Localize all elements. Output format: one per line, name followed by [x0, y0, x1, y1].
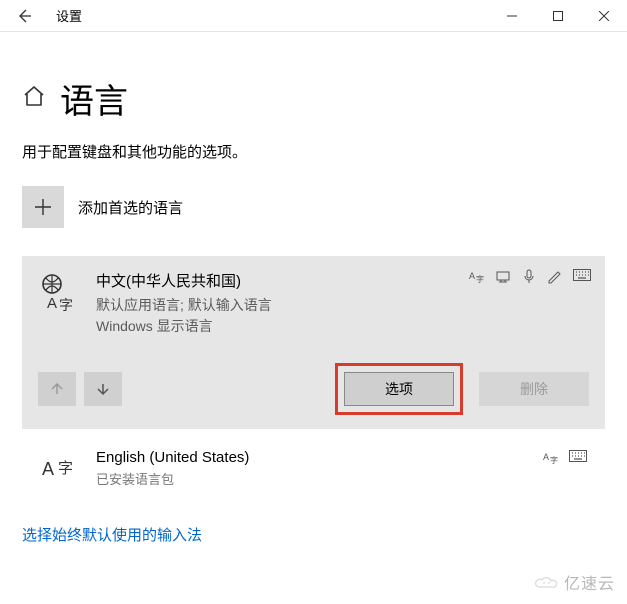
arrow-down-icon — [96, 382, 110, 396]
svg-text:字: 字 — [550, 455, 558, 465]
svg-text:字: 字 — [476, 274, 484, 284]
page-header: 语言 — [22, 74, 605, 123]
arrow-left-icon — [16, 8, 32, 24]
language-glyph-icon: A 字 — [38, 449, 80, 490]
plus-icon — [22, 186, 64, 228]
maximize-button[interactable] — [535, 0, 581, 32]
text-to-speech-icon: A字 — [469, 268, 485, 287]
language-glyph-icon: A 字 — [38, 270, 80, 337]
move-down-button[interactable] — [84, 372, 122, 406]
keyboard-icon — [573, 268, 591, 287]
close-button[interactable] — [581, 0, 627, 32]
region-icon — [495, 268, 511, 287]
svg-text:A: A — [47, 295, 57, 312]
arrow-up-icon — [50, 382, 64, 396]
options-highlight: 选项 — [335, 363, 463, 415]
minimize-button[interactable] — [489, 0, 535, 32]
svg-text:字: 字 — [59, 297, 73, 312]
language-name: English (United States) — [96, 449, 589, 466]
maximize-icon — [553, 11, 563, 21]
minimize-icon — [507, 11, 517, 21]
feature-icons-row: A字 — [469, 268, 591, 287]
language-actions: 选项 删除 — [38, 363, 589, 415]
titlebar: 设置 — [0, 0, 627, 32]
text-to-speech-icon: A字 — [543, 449, 559, 468]
svg-text:A: A — [469, 271, 475, 281]
window-title: 设置 — [48, 6, 489, 25]
svg-text:A: A — [42, 459, 54, 479]
language-detail-1: 默认应用语言; 默认输入语言 — [96, 295, 589, 316]
close-icon — [599, 11, 609, 21]
svg-text:字: 字 — [58, 460, 73, 477]
language-item-chinese[interactable]: A 字 中文(中华人民共和国) 默认应用语言; 默认输入语言 Windows 显… — [22, 256, 605, 429]
choose-default-ime-link[interactable]: 选择始终默认使用的输入法 — [22, 524, 627, 545]
move-up-button[interactable] — [38, 372, 76, 406]
svg-text:A: A — [543, 452, 549, 462]
delete-button: 删除 — [479, 372, 589, 406]
language-detail-1: 已安装语言包 — [96, 470, 589, 490]
feature-icons-row: A字 — [543, 449, 587, 468]
language-item-english[interactable]: A 字 English (United States) 已安装语言包 A字 — [22, 439, 605, 500]
back-button[interactable] — [0, 0, 48, 32]
speech-icon — [521, 268, 537, 287]
page-title: 语言 — [60, 74, 128, 123]
cloud-icon — [534, 573, 560, 591]
page-subtitle: 用于配置键盘和其他功能的选项。 — [22, 141, 605, 162]
home-icon[interactable] — [22, 84, 46, 114]
language-detail-2: Windows 显示语言 — [96, 316, 589, 337]
handwriting-icon — [547, 268, 563, 287]
add-language-row[interactable]: 添加首选的语言 — [22, 186, 605, 228]
options-button[interactable]: 选项 — [344, 372, 454, 406]
watermark: 亿速云 — [534, 570, 615, 594]
keyboard-icon — [569, 449, 587, 468]
watermark-text: 亿速云 — [564, 570, 615, 594]
add-language-label: 添加首选的语言 — [78, 197, 183, 218]
